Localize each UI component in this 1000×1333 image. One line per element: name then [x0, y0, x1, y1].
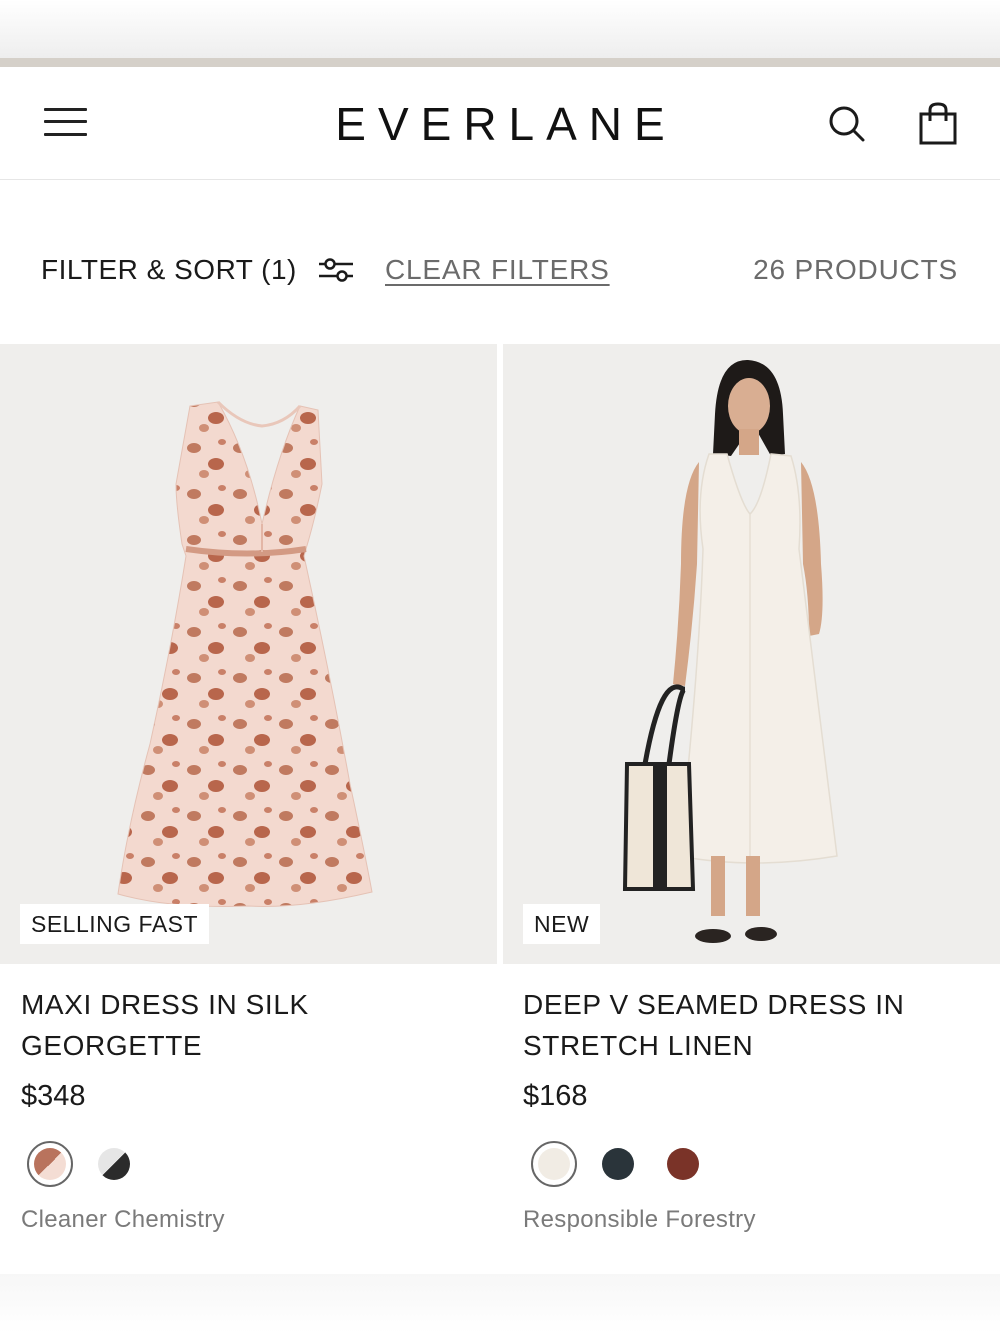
- color-swatch-terracotta-print[interactable]: [27, 1141, 73, 1187]
- product-card[interactable]: SELLING FAST MAXI DRESS IN SILK GEORGETT…: [0, 344, 497, 1274]
- product-card[interactable]: NEW DEEP V SEAMED DRESS IN STRETCH LINEN…: [503, 344, 1000, 1274]
- product-image[interactable]: SELLING FAST: [0, 344, 497, 964]
- product-badge: NEW: [523, 904, 601, 944]
- hamburger-menu-icon[interactable]: [44, 107, 88, 139]
- color-swatch-black-print[interactable]: [91, 1141, 137, 1187]
- product-price: $348: [21, 1080, 86, 1112]
- sustainability-label: Cleaner Chemistry: [21, 1206, 225, 1233]
- color-swatch-navy[interactable]: [595, 1141, 641, 1187]
- color-swatch-brown[interactable]: [660, 1141, 706, 1187]
- clear-filters-link[interactable]: CLEAR FILTERS: [385, 254, 610, 286]
- search-icon[interactable]: [826, 103, 868, 145]
- product-badge: SELLING FAST: [20, 904, 210, 944]
- sustainability-label: Responsible Forestry: [523, 1206, 756, 1233]
- product-title[interactable]: DEEP V SEAMED DRESS IN STRETCH LINEN: [523, 984, 963, 1066]
- top-border: [0, 58, 1000, 67]
- color-swatch-canvas[interactable]: [531, 1141, 577, 1187]
- product-title[interactable]: MAXI DRESS IN SILK GEORGETTE: [21, 984, 461, 1066]
- top-strip: [0, 0, 1000, 58]
- product-price: $168: [523, 1080, 588, 1112]
- sliders-icon[interactable]: [316, 254, 356, 286]
- site-logo[interactable]: EVERLANE: [300, 97, 700, 151]
- filter-sort-button[interactable]: FILTER & SORT (1): [41, 254, 297, 286]
- filter-bar: FILTER & SORT (1) CLEAR FILTERS 26 PRODU…: [0, 240, 1000, 300]
- product-count: 26 PRODUCTS: [753, 254, 958, 285]
- shopping-bag-icon[interactable]: [915, 101, 961, 147]
- product-image[interactable]: NEW: [503, 344, 1000, 964]
- next-row-preview: [0, 1274, 1000, 1333]
- site-header: EVERLANE: [0, 67, 1000, 180]
